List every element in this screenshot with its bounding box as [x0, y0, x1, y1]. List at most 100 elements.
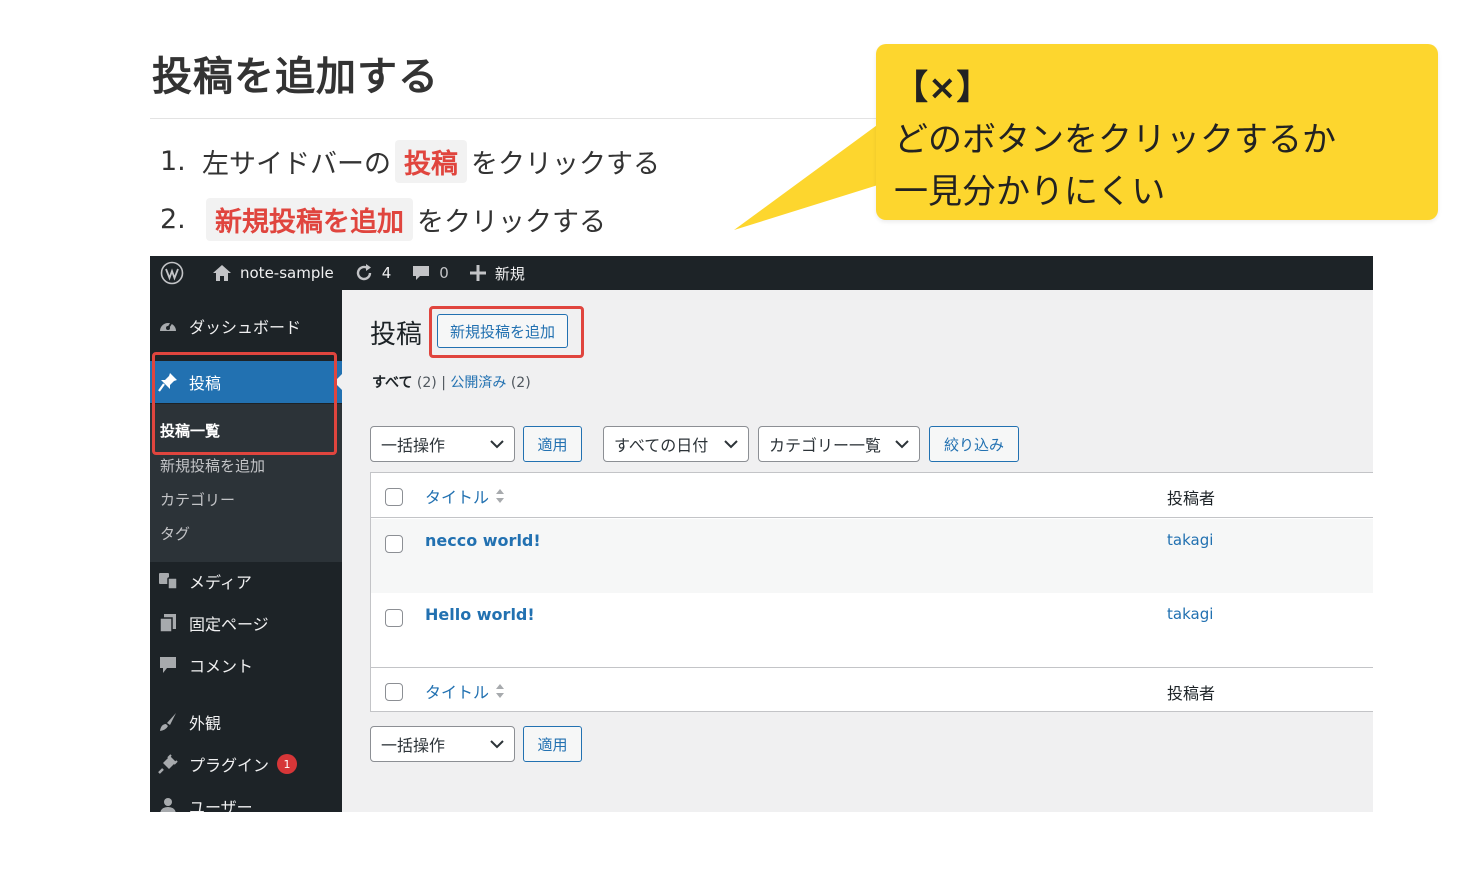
sort-icon	[496, 684, 505, 698]
filter-all[interactable]: すべて	[372, 375, 412, 391]
step-1: 1. 左サイドバーの 投稿 をクリックする	[160, 140, 660, 183]
select-all-checkbox[interactable]	[385, 488, 403, 506]
plugin-icon	[157, 753, 179, 775]
highlight-frame-add-new	[429, 306, 584, 358]
chevron-down-icon	[490, 440, 504, 449]
wordpress-icon	[160, 261, 184, 285]
post-title-link[interactable]: necco world!	[425, 531, 541, 550]
post-title-link[interactable]: Hello world!	[425, 605, 535, 624]
pages-icon	[157, 612, 179, 634]
sidebar-item-label: コメント	[189, 657, 254, 676]
step-chip: 新規投稿を追加	[206, 198, 413, 241]
sidebar-item-dashboard[interactable]: ダッシュボード	[150, 305, 342, 347]
apply-button-top[interactable]: 適用	[523, 426, 582, 462]
plugin-update-badge: 1	[277, 754, 298, 774]
posts-table: タイトル 投稿者 necco world! takagi Hello world…	[370, 472, 1373, 712]
admin-bar: note-sample 4 0 新規	[150, 256, 1373, 290]
submenu-categories[interactable]: カテゴリー	[160, 489, 235, 510]
updates-count: 4	[381, 264, 392, 282]
column-title-sort[interactable]: タイトル	[425, 484, 505, 508]
sidebar-item-pages[interactable]: 固定ページ	[150, 602, 342, 644]
apply-button-bottom[interactable]: 適用	[523, 726, 582, 762]
wp-logo-button[interactable]	[150, 256, 202, 290]
column-author-header: 投稿者	[1167, 684, 1216, 703]
site-name: note-sample	[240, 264, 334, 282]
table-row: necco world! takagi	[371, 519, 1373, 593]
step-prefix: 左サイドバーの	[202, 149, 391, 180]
column-author-header: 投稿者	[1167, 489, 1216, 508]
sidebar-item-label: ユーザー	[189, 798, 253, 812]
refresh-icon	[356, 264, 371, 281]
doc-divider	[150, 118, 880, 119]
submenu-tags[interactable]: タグ	[160, 523, 190, 544]
column-title-label: タイトル	[425, 488, 490, 507]
sidebar-item-comments[interactable]: コメント	[150, 644, 342, 686]
brush-icon	[157, 711, 179, 733]
filter-separator: |	[441, 375, 446, 391]
sidebar-item-label: メディア	[189, 573, 252, 592]
step-text: をクリックする	[417, 207, 606, 238]
sidebar-item-label: ダッシュボード	[189, 318, 302, 337]
callout-tail	[734, 120, 894, 230]
dashboard-icon	[157, 315, 179, 337]
wp-admin-screenshot: note-sample 4 0 新規 ダッシュボード 投稿 投稿一覧 新規投稿を…	[150, 256, 1373, 812]
filter-published[interactable]: 公開済み	[450, 375, 506, 391]
comment-icon	[413, 266, 430, 280]
select-all-checkbox[interactable]	[385, 683, 403, 701]
callout-line-1: どのボタンをクリックするか	[894, 120, 1336, 160]
category-filter-select[interactable]: カテゴリー一覧	[758, 426, 920, 462]
sidebar-item-label: 固定ページ	[189, 615, 269, 634]
table-row: Hello world! takagi	[371, 593, 1373, 667]
bulk-action-value: 一括操作	[381, 436, 446, 455]
site-name-link[interactable]: note-sample	[202, 256, 344, 290]
sidebar-item-appearance[interactable]: 外観	[150, 701, 342, 743]
posts-list-content: 投稿 新規投稿を追加 すべて (2) | 公開済み (2) 一括操作 適用 すべ…	[342, 290, 1373, 812]
submenu-add-new-post[interactable]: 新規投稿を追加	[160, 455, 265, 476]
post-author-link[interactable]: takagi	[1167, 531, 1213, 549]
comments-link[interactable]: 0	[401, 256, 459, 290]
sidebar-item-media[interactable]: メディア	[150, 560, 342, 602]
bulk-action-value: 一括操作	[381, 736, 446, 755]
home-icon	[213, 265, 231, 281]
page-title: 投稿	[370, 320, 423, 350]
table-header-row: タイトル 投稿者	[371, 473, 1373, 518]
plus-icon	[469, 265, 486, 281]
new-label: 新規	[494, 264, 525, 283]
highlight-frame-posts-menu	[152, 352, 337, 455]
sidebar-item-users[interactable]: ユーザー	[150, 785, 342, 812]
media-icon	[157, 570, 179, 592]
date-filter-select[interactable]: すべての日付	[603, 426, 749, 462]
chevron-down-icon	[490, 740, 504, 749]
callout-line-2: 一見分かりにくい	[894, 172, 1166, 212]
bulk-action-select-bottom[interactable]: 一括操作	[370, 726, 515, 762]
filter-published-count: (2)	[510, 375, 531, 391]
bulk-action-select-top[interactable]: 一括操作	[370, 426, 515, 462]
row-checkbox[interactable]	[385, 535, 403, 553]
new-content-link[interactable]: 新規	[459, 256, 535, 290]
step-chip: 投稿	[395, 140, 467, 183]
updates-link[interactable]: 4	[344, 256, 402, 290]
sidebar-item-plugins[interactable]: プラグイン 1	[150, 743, 342, 785]
post-author-link[interactable]: takagi	[1167, 605, 1213, 623]
step-2: 2. 新規投稿を追加 をクリックする	[160, 198, 606, 241]
chevron-down-icon	[895, 440, 909, 449]
sort-icon	[496, 489, 505, 503]
callout-heading: 【×】	[894, 68, 991, 108]
post-status-filters: すべて (2) | 公開済み (2)	[372, 372, 531, 392]
column-title-label: タイトル	[425, 683, 490, 702]
step-number: 2.	[160, 204, 186, 235]
step-number: 1.	[160, 146, 186, 177]
filter-all-count: (2)	[416, 375, 437, 391]
sidebar-item-label: プラグイン	[189, 756, 270, 775]
category-filter-value: カテゴリー一覧	[769, 436, 882, 455]
callout-box: 【×】 どのボタンをクリックするか 一見分かりにくい	[876, 44, 1438, 220]
comments-count: 0	[439, 264, 449, 282]
chevron-down-icon	[724, 440, 738, 449]
table-footer-row: タイトル 投稿者	[371, 667, 1373, 712]
column-title-sort[interactable]: タイトル	[425, 679, 505, 703]
filter-button[interactable]: 絞り込み	[929, 426, 1019, 462]
user-icon	[157, 795, 179, 812]
date-filter-value: すべての日付	[614, 436, 709, 455]
doc-title: 投稿を追加する	[152, 54, 439, 100]
row-checkbox[interactable]	[385, 609, 403, 627]
